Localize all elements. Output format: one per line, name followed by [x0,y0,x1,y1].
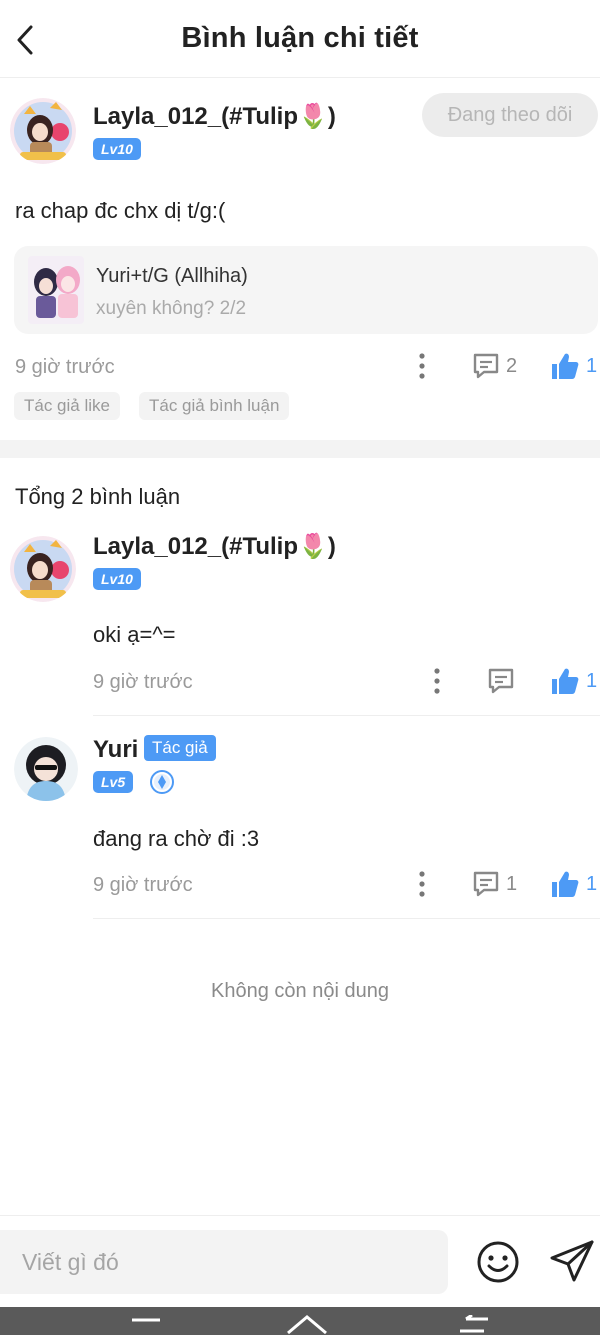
level-badge: Lv10 [93,568,141,590]
reply-time: 9 giờ trước [93,874,193,896]
reply-count: 1 [506,872,518,895]
back-arrow-icon [460,1313,488,1333]
send-icon [550,1240,594,1282]
follow-button[interactable]: Đang theo dõi [422,93,598,137]
comment-icon [488,668,514,694]
more-options-button[interactable] [412,351,432,381]
reply-button[interactable]: 2 [472,349,517,383]
reply-time: 9 giờ trước [93,671,193,693]
more-vertical-icon [419,871,425,897]
back-nav-button[interactable] [456,1313,492,1335]
story-thumbnail [28,256,84,324]
send-button[interactable] [548,1238,596,1284]
verified-badge-icon [150,770,174,794]
author-liked-tag: Tác giả like [14,392,120,420]
home-icon [287,1315,327,1335]
emoji-button[interactable] [476,1240,520,1284]
comment-text: ra chap đc chx dị t/g:( [15,198,226,223]
comment-input[interactable] [0,1230,448,1294]
thumbs-up-icon [552,871,579,897]
like-button[interactable]: 1 [550,664,597,698]
thumbs-up-icon [552,353,579,379]
avatar[interactable] [10,536,76,602]
author-replied-tag: Tác giả bình luận [139,392,290,420]
story-chapter: xuyên không? 2/2 [96,298,247,319]
username[interactable]: Layla_012_(#Tulip🌷) [93,532,336,561]
like-button[interactable]: 1 [550,867,597,901]
section-divider [0,440,600,458]
level-badge: Lv5 [93,771,134,793]
thumbs-up-icon [552,668,579,694]
avatar[interactable] [10,98,76,164]
level-badge: Lv10 [93,138,141,160]
more-options-button[interactable] [427,666,447,696]
total-comments-label: Tổng 2 bình luận [15,484,181,509]
username[interactable]: Layla_012_(#Tulip🌷) [93,102,336,131]
reply-button[interactable] [487,664,521,698]
more-vertical-icon [434,668,440,694]
author-tag: Tác giả [144,735,216,761]
like-count: 1 [586,354,598,377]
more-options-button[interactable] [412,869,432,899]
comment-input-bar [0,1215,600,1307]
reply-count: 2 [506,354,518,377]
reply-separator [93,918,600,919]
page-title: Bình luận chi tiết [181,22,419,54]
like-count: 1 [586,872,598,895]
comment-icon [473,353,499,379]
avatar[interactable] [14,737,78,801]
home-button[interactable] [284,1313,330,1335]
like-count: 1 [586,669,598,692]
end-of-list-label: Không còn nội dung [211,980,389,1002]
story-title: Yuri+t/G (Allhiha) [96,265,248,287]
reply-button[interactable]: 1 [472,867,517,901]
recent-apps-button[interactable] [130,1317,162,1335]
smiley-icon [477,1241,519,1283]
reply-text: oki ạ=^= [93,622,176,647]
comment-icon [473,871,499,897]
comment-time: 9 giờ trước [15,356,115,378]
username[interactable]: Yuri [93,736,138,764]
reply-separator [93,715,600,716]
like-button[interactable]: 1 [550,349,597,383]
menu-icon [132,1318,160,1322]
system-navigation-bar [0,1307,600,1335]
header: Bình luận chi tiết [0,0,600,78]
more-vertical-icon [419,353,425,379]
quoted-story-card[interactable]: Yuri+t/G (Allhiha) xuyên không? 2/2 [14,246,598,334]
reply-text: đang ra chờ đi :3 [93,826,260,851]
